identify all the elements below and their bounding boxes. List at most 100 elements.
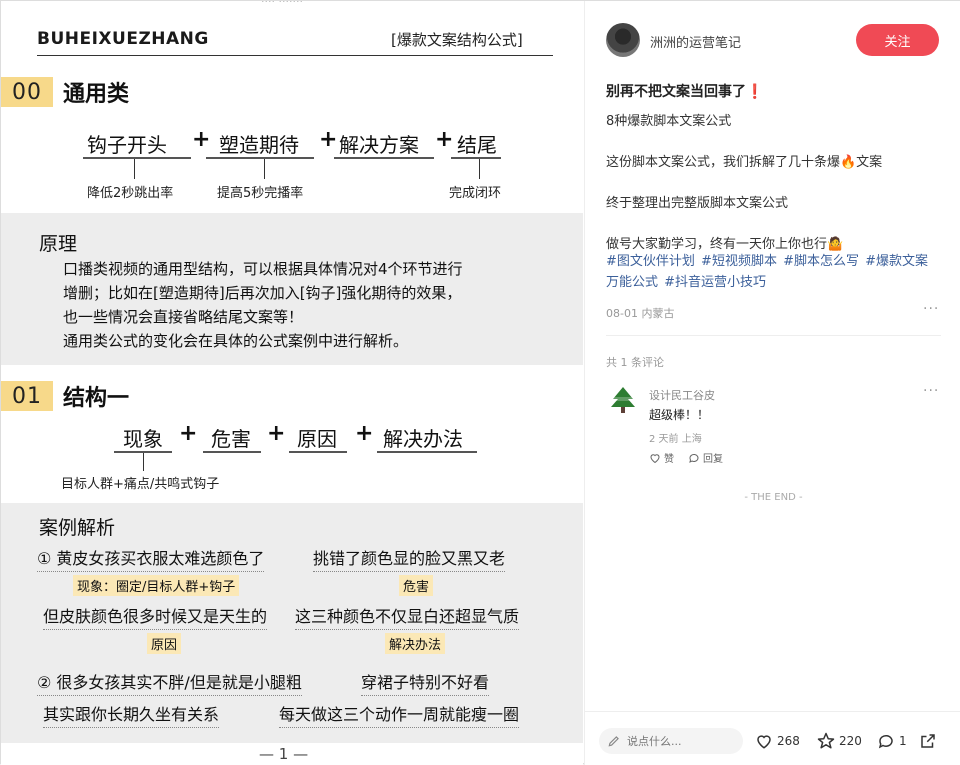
term-underline <box>334 157 434 159</box>
comment-count: 共 1 条评论 <box>606 356 664 369</box>
term-underline <box>451 157 501 159</box>
plus-sign: + <box>319 127 338 152</box>
principle-line: 通用类公式的变化会在具体的公式案例中进行解析。 <box>63 332 409 350</box>
case-line: 其实跟你长期久坐有关系 <box>43 701 220 728</box>
comment-reply-button[interactable]: 回复 <box>688 450 723 465</box>
formula-term: 塑造期待 <box>219 133 299 157</box>
formula-term: 解决办法 <box>383 427 463 451</box>
plus-sign: + <box>355 421 374 446</box>
formula-note: 降低2秒跳出率 <box>87 186 174 201</box>
principle-line: 也一些情况会直接省略结尾文案等！ <box>63 308 304 326</box>
author-name[interactable]: 洲洲的运营笔记 <box>650 32 741 51</box>
poster-image: ···· ······· BUHEIXUEZHANG [爆款文案结构公式] 00… <box>1 1 583 765</box>
author-avatar[interactable] <box>606 23 640 57</box>
page-number: — 1 — <box>259 745 309 763</box>
case-title: 案例解析 <box>39 517 116 539</box>
plus-sign: + <box>192 127 211 152</box>
post-line: 8种爆款脚本文案公式 <box>606 114 732 129</box>
post-line: 做号大家勤学习，终有一天你上你也行🤷 <box>606 237 844 252</box>
post-date-location: 08-01 内蒙古 <box>606 307 675 320</box>
comment-icon <box>878 734 893 749</box>
formula-general: 钩子开头 + 塑造期待 + 解决方案 + 结尾 <box>1 125 583 165</box>
section-name: 通用类 <box>63 82 130 107</box>
reply-label: 回复 <box>703 454 723 465</box>
follow-button[interactable]: 关注 <box>856 24 939 56</box>
post-line: 终于整理出完整版脚本文案公式 <box>606 196 789 211</box>
comment-meta: 2 天前 上海 <box>649 434 702 445</box>
more-options-icon[interactable]: ··· <box>923 301 939 317</box>
hashtag-link[interactable]: #图文伙伴计划 <box>606 254 695 269</box>
case-line: 每天做这三个动作一周就能瘦一圈 <box>279 701 520 728</box>
case-line: 这三种颜色不仅显白还超显气质 <box>295 603 520 630</box>
plus-sign: + <box>179 421 198 446</box>
post-line: 这份脚本文案公式，我们拆解了几十条爆🔥文案 <box>606 155 883 170</box>
heart-icon <box>650 453 660 463</box>
formula-term: 现象 <box>123 427 163 451</box>
note-viewer: ···· ······· BUHEIXUEZHANG [爆款文案结构公式] 00… <box>0 0 960 765</box>
case-line: 穿裙子特别不好看 <box>361 669 490 696</box>
case-block: 案例解析 ① 黄皮女孩买衣服太难选颜色了 挑错了颜色显的脸又黑又老 现象：圈定/… <box>1 503 583 743</box>
comment-like-button[interactable]: 赞 <box>649 450 674 465</box>
commenter-name[interactable]: 设计民工谷皮 <box>649 387 715 403</box>
collect-button[interactable]: 220 <box>817 732 862 750</box>
case-tag: 解决办法 <box>385 633 446 654</box>
comment-actions: 赞 回复 <box>649 450 723 465</box>
poster-divider <box>37 55 553 56</box>
bottom-action-bar: 268 220 1 <box>585 711 960 765</box>
formula-term: 原因 <box>297 427 337 451</box>
formula-term: 解决方案 <box>339 133 419 157</box>
connector-line <box>143 453 144 471</box>
formula-term: 结尾 <box>457 133 497 157</box>
formula-note: 完成闭环 <box>449 186 502 201</box>
reply-icon <box>689 453 699 463</box>
poster-brand: BUHEIXUEZHANG <box>37 29 209 49</box>
section-01-header: 01 结构一 <box>1 381 129 411</box>
plus-sign: + <box>435 127 454 152</box>
term-underline <box>377 451 477 453</box>
section-name: 结构一 <box>63 386 130 411</box>
case-tag: 现象：圈定/目标人群+钩子 <box>73 575 240 596</box>
poster-top-cut-text: ···· ······· <box>261 1 303 8</box>
principle-line: 增删；比如在[塑造期待]后再次加入[钩子]强化期待的效果， <box>63 284 462 302</box>
poster-title: [爆款文案结构公式] <box>391 31 523 49</box>
formula-term: 危害 <box>211 427 251 451</box>
hashtag-link[interactable]: #脚本怎么写 <box>783 254 859 269</box>
hashtag-link[interactable]: #抖音运营小技巧 <box>664 275 766 290</box>
connector-line <box>264 159 265 179</box>
collect-count: 220 <box>839 734 862 748</box>
like-button[interactable]: 268 <box>755 732 800 750</box>
note-detail-panel: 洲洲的运营笔记 关注 别再不把文案当回事了❗ 8种爆款脚本文案公式 这份脚本文案… <box>584 1 960 765</box>
edit-icon <box>608 736 619 747</box>
star-icon <box>817 732 835 749</box>
section-number: 01 <box>1 381 53 411</box>
comment-text: 超级棒！！ <box>649 408 710 422</box>
principle-title: 原理 <box>39 233 78 255</box>
formula-note: 提高5秒完播率 <box>217 186 304 201</box>
principle-block: 原理 口播类视频的通用型结构，可以根据具体情况对4个环节进行 增删；比如在[塑造… <box>1 213 583 365</box>
term-underline <box>289 451 347 453</box>
hashtag-link[interactable]: #短视频脚本 <box>701 254 777 269</box>
section-00-header: 00 通用类 <box>1 77 129 107</box>
connector-line <box>479 159 480 179</box>
like-label: 赞 <box>664 454 674 465</box>
share-button[interactable] <box>919 732 937 750</box>
share-icon <box>921 734 935 748</box>
comment-input[interactable] <box>627 734 727 748</box>
term-underline <box>203 451 261 453</box>
heart-icon <box>757 735 771 749</box>
formula-structure-one: 现象 + 危害 + 原因 + 解决办法 <box>1 419 583 459</box>
the-end-marker: - THE END - <box>744 492 803 503</box>
formula-note: 目标人群+痛点/共鸣式钩子 <box>61 477 220 492</box>
comment-more-icon[interactable]: ··· <box>923 383 939 399</box>
post-title: 别再不把文案当回事了❗ <box>606 84 764 100</box>
commenter-avatar[interactable] <box>608 385 638 415</box>
comment-input-wrapper[interactable] <box>599 728 743 754</box>
term-underline <box>206 157 314 159</box>
divider <box>606 335 941 336</box>
plus-sign: + <box>267 421 286 446</box>
connector-line <box>134 159 135 179</box>
principle-line: 口播类视频的通用型结构，可以根据具体情况对4个环节进行 <box>63 260 463 278</box>
comment-button[interactable]: 1 <box>877 732 907 750</box>
case-line: ① 黄皮女孩买衣服太难选颜色了 <box>37 545 265 572</box>
case-line: ② 很多女孩其实不胖/但是就是小腿粗 <box>37 669 302 696</box>
